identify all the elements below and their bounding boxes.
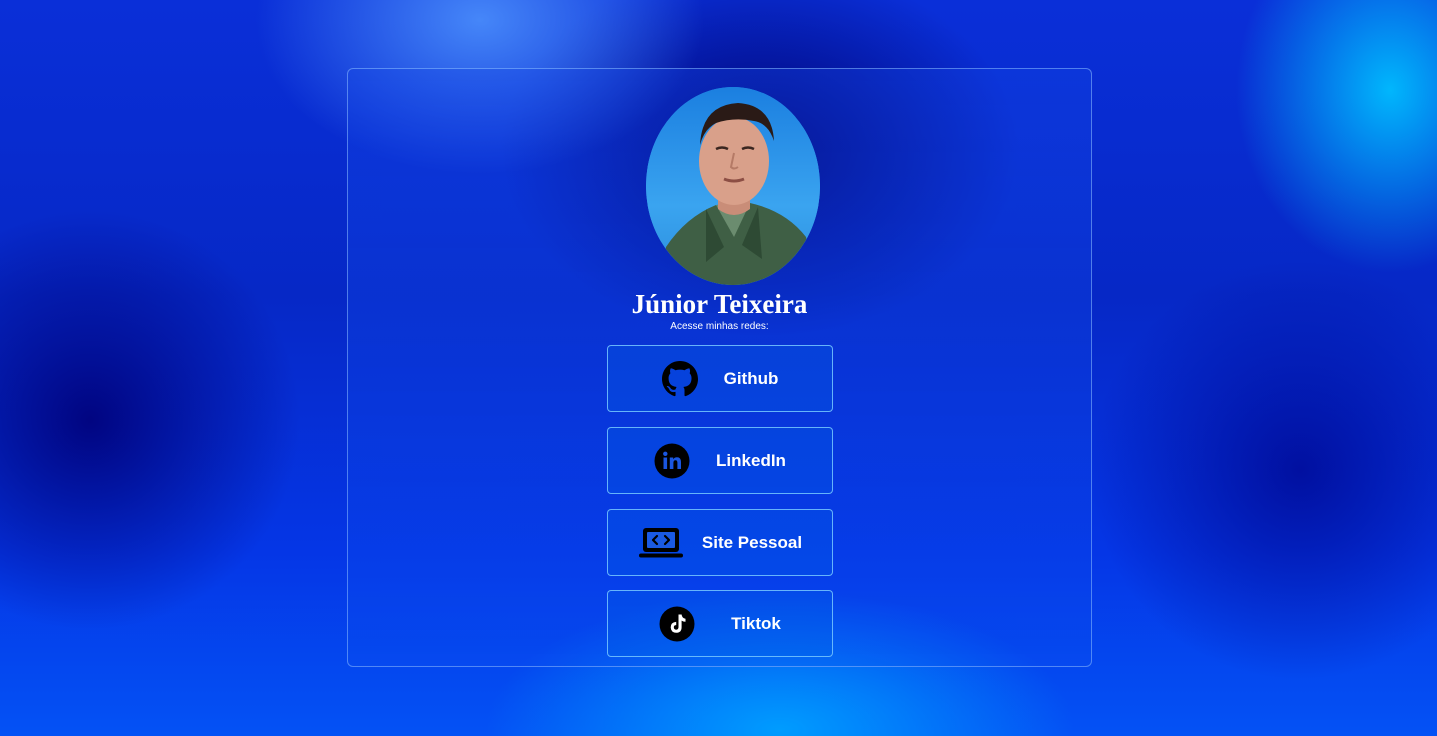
profile-card: Júnior Teixeira Acesse minhas redes: Git…	[347, 68, 1092, 667]
profile-name: Júnior Teixeira	[631, 289, 808, 319]
personal-site-label: Site Pessoal	[701, 532, 803, 552]
tiktok-label: Tiktok	[731, 613, 781, 633]
linkedin-link-button[interactable]: LinkedIn	[607, 427, 833, 494]
linkedin-label: LinkedIn	[716, 450, 786, 470]
github-icon	[661, 360, 698, 397]
personal-site-link-button[interactable]: Site Pessoal	[607, 509, 833, 576]
tiktok-link-button[interactable]: Tiktok	[607, 590, 833, 657]
laptop-code-icon	[638, 526, 684, 560]
avatar-photo	[646, 87, 820, 285]
linkedin-icon	[654, 443, 690, 479]
tiktok-icon	[659, 606, 695, 642]
github-label: Github	[723, 368, 779, 388]
github-link-button[interactable]: Github	[607, 345, 833, 412]
avatar	[646, 87, 820, 285]
profile-subtitle: Acesse minhas redes:	[670, 321, 769, 332]
